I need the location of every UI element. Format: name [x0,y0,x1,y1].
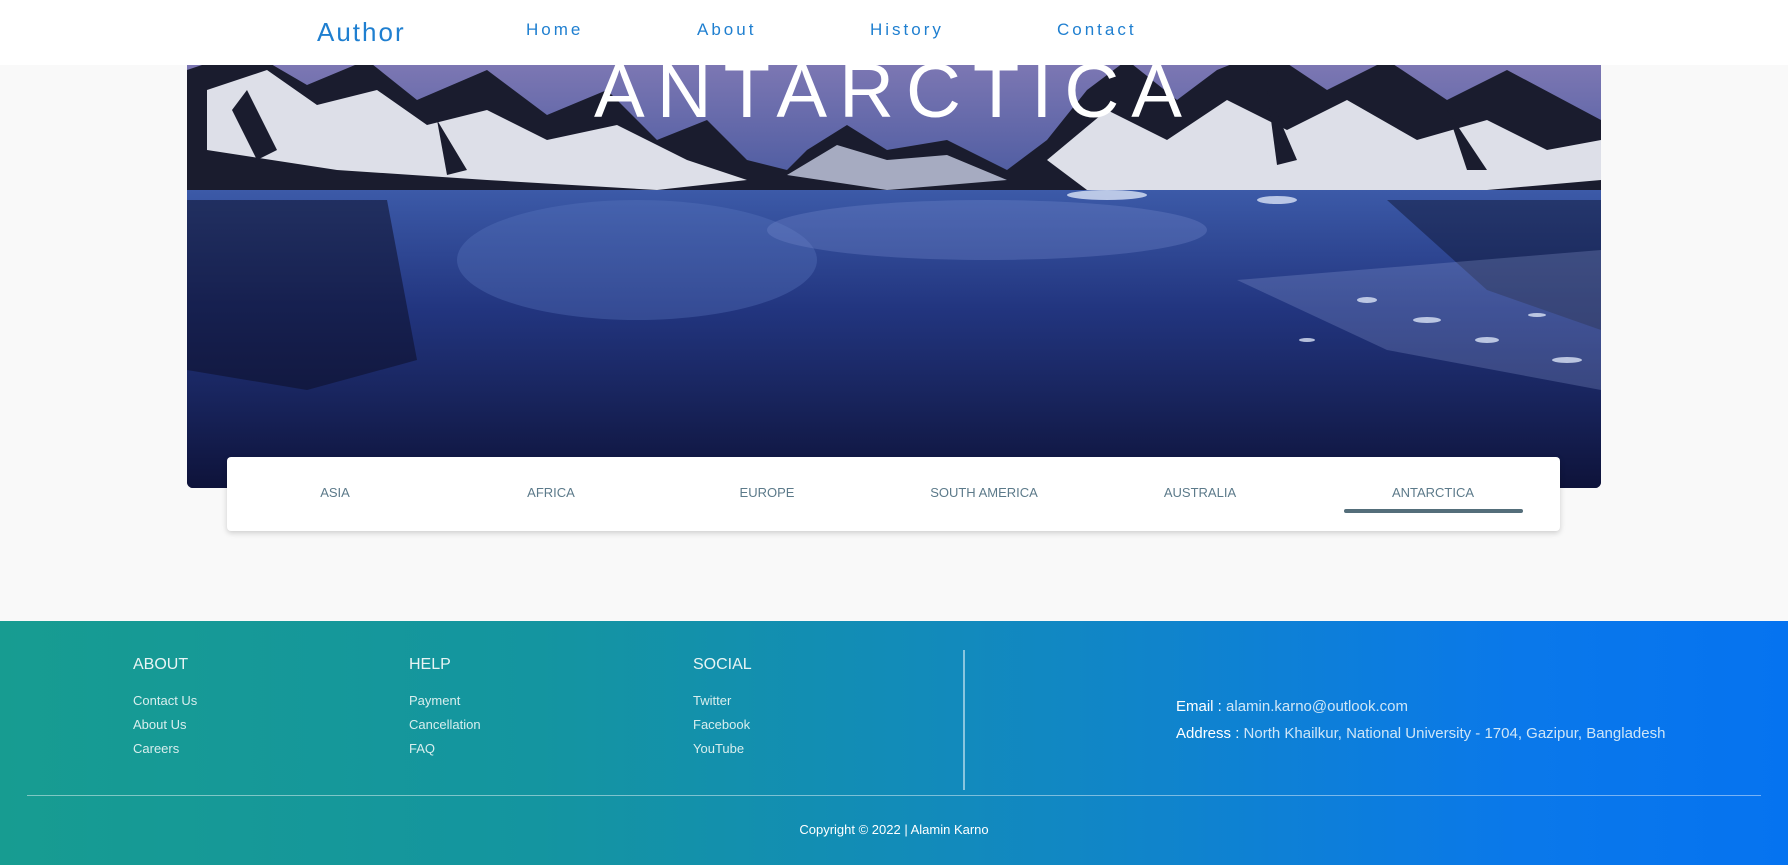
footer-email: Email : alamin.karno@outlook.com [1176,698,1408,715]
hero-banner: ANTARCTICA [187,30,1601,488]
footer-link-careers[interactable]: Careers [133,741,179,756]
nav-link-about[interactable]: About [697,20,756,40]
email-value[interactable]: alamin.karno@outlook.com [1226,698,1408,715]
tab-australia[interactable]: AUSTRALIA [1092,457,1308,531]
continent-tabs: ASIA AFRICA EUROPE SOUTH AMERICA AUSTRAL… [227,457,1560,531]
tab-south-america[interactable]: SOUTH AMERICA [876,457,1092,531]
site-footer: ABOUT Contact Us About Us Careers HELP P… [0,621,1788,865]
top-navbar: Author Home About History Contact [0,0,1788,65]
address-label: Address : [1176,725,1240,742]
nav-link-history[interactable]: History [870,20,944,40]
footer-copyright: Copyright © 2022 | Alamin Karno [799,822,989,837]
brand-logo[interactable]: Author [317,17,406,48]
footer-link-cancellation[interactable]: Cancellation [409,717,481,732]
tab-asia[interactable]: ASIA [227,457,443,531]
footer-link-facebook[interactable]: Facebook [693,717,750,732]
footer-vertical-divider [963,650,965,790]
footer-social-heading: SOCIAL [693,656,752,673]
footer-link-twitter[interactable]: Twitter [693,693,731,708]
footer-link-youtube[interactable]: YouTube [693,741,744,756]
footer-about-heading: ABOUT [133,656,189,673]
footer-link-faq[interactable]: FAQ [409,741,435,756]
tab-africa[interactable]: AFRICA [443,457,659,531]
tab-europe[interactable]: EUROPE [659,457,875,531]
footer-link-about-us[interactable]: About Us [133,717,186,732]
footer-help-heading: HELP [409,656,451,673]
email-label: Email : [1176,698,1222,715]
footer-link-contact-us[interactable]: Contact Us [133,693,197,708]
tab-antarctica[interactable]: ANTARCTICA [1325,457,1541,531]
footer-address: Address : North Khailkur, National Unive… [1176,725,1665,742]
nav-link-home[interactable]: Home [526,20,583,40]
nav-link-contact[interactable]: Contact [1057,20,1137,40]
address-value: North Khailkur, National University - 17… [1243,725,1666,742]
footer-link-payment[interactable]: Payment [409,693,460,708]
footer-horizontal-divider [27,795,1761,796]
active-tab-indicator [1344,509,1523,513]
